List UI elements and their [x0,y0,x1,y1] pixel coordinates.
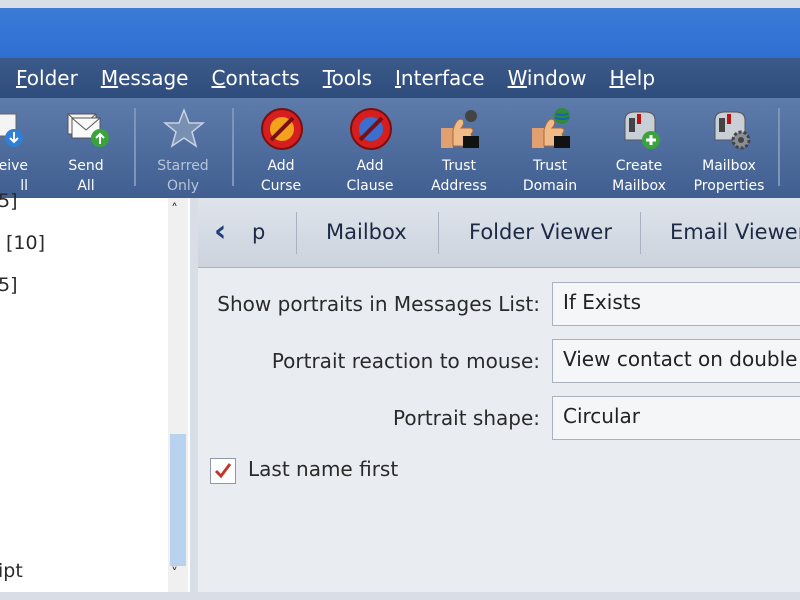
bottom-window-edge [0,592,800,600]
toolbar-separator [134,108,136,186]
menu-contacts[interactable]: Contacts [211,66,299,90]
last-name-first-checkbox[interactable] [210,458,236,484]
settings-pane: ‹ p Mailbox Folder Viewer Email Viewer S… [198,198,800,592]
toolbar-separator [232,108,234,186]
send-all-icon [67,113,109,147]
mailbox-properties-button[interactable]: Mailbox Properties [689,102,769,194]
checkmark-icon [214,463,232,479]
trust-domain-icon [532,108,570,148]
tree-item[interactable]: ipt [0,560,23,582]
menu-interface[interactable]: Interface [395,66,485,90]
create-mailbox-icon [624,111,660,149]
portrait-shape-select[interactable]: Circular [552,396,800,440]
scroll-up-icon[interactable]: ˄ [171,202,178,218]
tab-separator [438,212,439,254]
folder-tree: 5] [10] 5] ipt ˄ ˅ [0,190,190,592]
add-curse-button[interactable]: Add Curse [241,102,321,194]
back-arrow-icon[interactable]: ‹ [214,214,226,249]
tab-separator [640,212,641,254]
trust-address-button[interactable]: Trust Address [419,102,499,194]
menu-message[interactable]: Message [101,66,189,90]
send-all-button[interactable]: Send All [46,102,126,194]
mailbox-properties-icon [714,111,751,150]
menu-tools[interactable]: Tools [323,66,372,90]
menu-bar: Folder Message Contacts Tools Interface … [0,58,800,98]
top-window-edge [0,0,800,8]
tab-back-label[interactable]: p [252,220,265,244]
add-clause-icon [350,108,392,150]
menu-window[interactable]: Window [508,66,587,90]
last-name-first-label[interactable]: Last name first [248,457,398,481]
tree-item[interactable]: 5] [0,274,18,296]
toolbar-separator [778,108,780,186]
tab-mailbox[interactable]: Mailbox [326,220,407,244]
tree-item[interactable]: [10] [6,232,45,254]
tab-email-viewer[interactable]: Email Viewer [670,220,800,244]
portrait-shape-label: Portrait shape: [393,406,540,430]
create-mailbox-button[interactable]: Create Mailbox [599,102,679,194]
starred-only-button[interactable]: Starred Only [143,102,223,194]
trust-address-icon [441,110,479,148]
receive-all-button[interactable]: eive ll [0,102,40,194]
trust-domain-button[interactable]: Trust Domain [510,102,590,194]
toolbar: eivell SendAll StarredOnly AddCurse [0,98,800,198]
tab-folder-viewer[interactable]: Folder Viewer [469,220,612,244]
tree-item[interactable]: 5] [0,190,18,212]
pane-splitter[interactable] [190,198,198,592]
menu-folder[interactable]: Folder [16,66,78,90]
scrollbar-thumb[interactable] [170,434,186,566]
portrait-reaction-label: Portrait reaction to mouse: [271,349,540,373]
add-curse-icon [261,108,303,150]
portraits-select[interactable]: If Exists [552,282,800,326]
tab-bar: ‹ p Mailbox Folder Viewer Email Viewer [198,198,800,268]
portraits-label: Show portraits in Messages List: [217,292,540,316]
portrait-reaction-select[interactable]: View contact on double [552,339,800,383]
add-clause-button[interactable]: Add Clause [330,102,410,194]
scroll-down-icon[interactable]: ˅ [171,566,178,582]
tab-separator [296,212,297,254]
title-bar[interactable] [0,8,800,58]
menu-help[interactable]: Help [609,66,655,90]
star-icon [162,107,206,148]
tree-scrollbar[interactable]: ˄ ˅ [168,198,188,592]
receive-all-icon [0,113,23,147]
